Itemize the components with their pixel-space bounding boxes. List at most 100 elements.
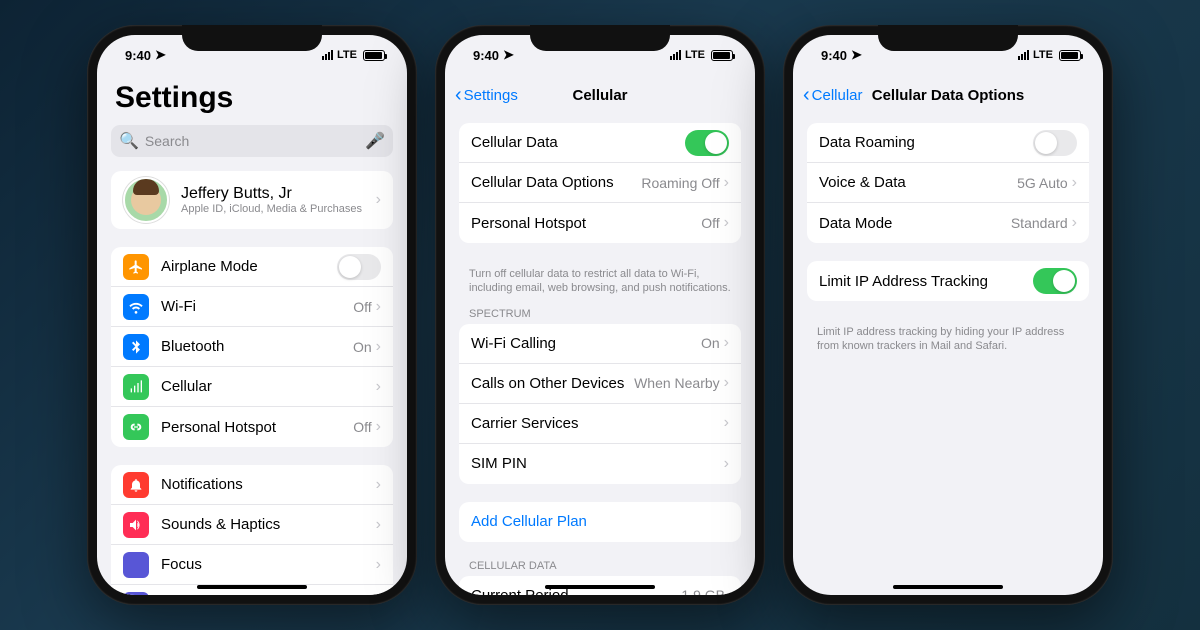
add-plan-label: Add Cellular Plan — [471, 513, 729, 530]
cellular-group-carrier: Wi-Fi CallingOn›Calls on Other DevicesWh… — [459, 324, 741, 484]
row-voice-data[interactable]: Voice & Data5G Auto› — [807, 163, 1089, 203]
limit-ip-hint: Limit IP address tracking by hiding your… — [793, 319, 1103, 366]
chevron-right-icon: › — [724, 174, 729, 192]
row-airplane-mode[interactable]: Airplane Mode — [111, 247, 393, 287]
row-data-mode[interactable]: Data ModeStandard› — [807, 203, 1089, 243]
row-value: Off — [353, 299, 371, 315]
row-label: Bluetooth — [161, 338, 353, 355]
row-label: Focus — [161, 556, 376, 573]
row-notifications[interactable]: Notifications› — [111, 465, 393, 505]
screen-time-icon — [123, 592, 149, 595]
chevron-right-icon: › — [376, 476, 381, 494]
battery-icon — [1059, 50, 1081, 61]
chevron-right-icon: › — [376, 378, 381, 396]
chevron-right-icon: › — [376, 338, 381, 356]
row-sounds-haptics[interactable]: Sounds & Haptics› — [111, 505, 393, 545]
notch — [530, 25, 670, 51]
row-cellular-data[interactable]: Cellular Data — [459, 123, 741, 163]
row-cellular-data-options[interactable]: Cellular Data OptionsRoaming Off› — [459, 163, 741, 203]
back-label: Cellular — [812, 87, 863, 104]
row-label: Wi-Fi Calling — [471, 335, 701, 352]
profile-card[interactable]: Jeffery Butts, Jr Apple ID, iCloud, Medi… — [111, 171, 393, 229]
row-value: On — [353, 339, 372, 355]
row-value: Off — [701, 215, 719, 231]
row-personal-hotspot[interactable]: Personal HotspotOff› — [111, 407, 393, 447]
row-label: Notifications — [161, 476, 376, 493]
status-time: 9:40 — [821, 48, 847, 63]
chevron-right-icon: › — [724, 334, 729, 352]
status-time: 9:40 — [125, 48, 151, 63]
toggle[interactable] — [1033, 268, 1077, 294]
chevron-left-icon: ‹ — [803, 84, 810, 107]
row-label: Sounds & Haptics — [161, 516, 376, 533]
location-icon: ➤ — [503, 47, 514, 63]
profile-sub: Apple ID, iCloud, Media & Purchases — [181, 203, 376, 215]
row-label: Calls on Other Devices — [471, 375, 634, 392]
section-spectrum: SPECTRUM — [445, 308, 755, 324]
row-wi-fi-calling[interactable]: Wi-Fi CallingOn› — [459, 324, 741, 364]
location-icon: ➤ — [155, 47, 166, 63]
row-value: 5G Auto — [1017, 175, 1068, 191]
row-limit-ip-address-tracking[interactable]: Limit IP Address Tracking — [807, 261, 1089, 301]
home-indicator[interactable] — [545, 585, 655, 589]
chevron-right-icon: › — [1072, 214, 1077, 232]
search-input[interactable]: 🔍 Search 🎤 — [111, 125, 393, 157]
chevron-right-icon: › — [1072, 174, 1077, 192]
toggle[interactable] — [337, 254, 381, 280]
row-label: Data Mode — [819, 215, 1011, 232]
chevron-right-icon: › — [724, 414, 729, 432]
row-carrier-services[interactable]: Carrier Services› — [459, 404, 741, 444]
row-label: Wi-Fi — [161, 298, 353, 315]
row-calls-on-other-devices[interactable]: Calls on Other DevicesWhen Nearby› — [459, 364, 741, 404]
nav-bar: ‹Settings Cellular — [445, 75, 755, 115]
row-value: 1.9 GB — [681, 587, 725, 595]
settings-group-connectivity: Airplane ModeWi-FiOff›BluetoothOn›Cellul… — [111, 247, 393, 447]
network-label: LTE — [337, 49, 357, 61]
row-label: Data Roaming — [819, 134, 1033, 151]
bluetooth-icon — [123, 334, 149, 360]
row-data-roaming[interactable]: Data Roaming — [807, 123, 1089, 163]
row-value: Standard — [1011, 215, 1068, 231]
airplane-mode-icon — [123, 254, 149, 280]
row-sim-pin[interactable]: SIM PIN› — [459, 444, 741, 484]
signal-icon — [670, 50, 681, 60]
settings-group-notifications: Notifications›Sounds & Haptics›Focus›Scr… — [111, 465, 393, 595]
home-indicator[interactable] — [893, 585, 1003, 589]
toggle[interactable] — [1033, 130, 1077, 156]
row-wi-fi[interactable]: Wi-FiOff › — [111, 287, 393, 327]
back-button[interactable]: ‹Cellular — [803, 84, 863, 107]
toggle[interactable] — [685, 130, 729, 156]
section-cellular-data: CELLULAR DATA — [445, 560, 755, 576]
screen: 9:40➤ LTE ‹Cellular Cellular Data Option… — [793, 35, 1103, 595]
row-label: Airplane Mode — [161, 258, 337, 275]
home-indicator[interactable] — [197, 585, 307, 589]
row-label: Personal Hotspot — [471, 215, 701, 232]
row-value: On — [701, 335, 720, 351]
row-cellular[interactable]: Cellular› — [111, 367, 393, 407]
cellular-hint: Turn off cellular data to restrict all d… — [445, 261, 755, 308]
location-icon: ➤ — [851, 47, 862, 63]
row-focus[interactable]: Focus› — [111, 545, 393, 585]
add-plan-card: Add Cellular Plan — [459, 502, 741, 542]
notch — [878, 25, 1018, 51]
row-label: Cellular — [161, 378, 376, 395]
signal-icon — [1018, 50, 1029, 60]
phone-cellular: 9:40➤ LTE ‹Settings Cellular Cellular Da… — [435, 25, 765, 605]
row-bluetooth[interactable]: BluetoothOn› — [111, 327, 393, 367]
row-label: SIM PIN — [471, 455, 724, 472]
screen: 9:40➤ LTE Settings 🔍 Search 🎤 Jeffery Bu… — [97, 35, 407, 595]
row-value: When Nearby — [634, 375, 720, 391]
back-button[interactable]: ‹Settings — [455, 84, 518, 107]
row-label: Personal Hotspot — [161, 419, 353, 436]
avatar — [123, 177, 169, 223]
row-label: Voice & Data — [819, 174, 1017, 191]
add-cellular-plan[interactable]: Add Cellular Plan — [459, 502, 741, 542]
chevron-right-icon: › — [376, 298, 381, 316]
notch — [182, 25, 322, 51]
phone-data-options: 9:40➤ LTE ‹Cellular Cellular Data Option… — [783, 25, 1113, 605]
status-time: 9:40 — [473, 48, 499, 63]
personal-hotspot-icon — [123, 414, 149, 440]
row-personal-hotspot[interactable]: Personal HotspotOff› — [459, 203, 741, 243]
options-group-main: Data RoamingVoice & Data5G Auto›Data Mod… — [807, 123, 1089, 243]
battery-icon — [363, 50, 385, 61]
